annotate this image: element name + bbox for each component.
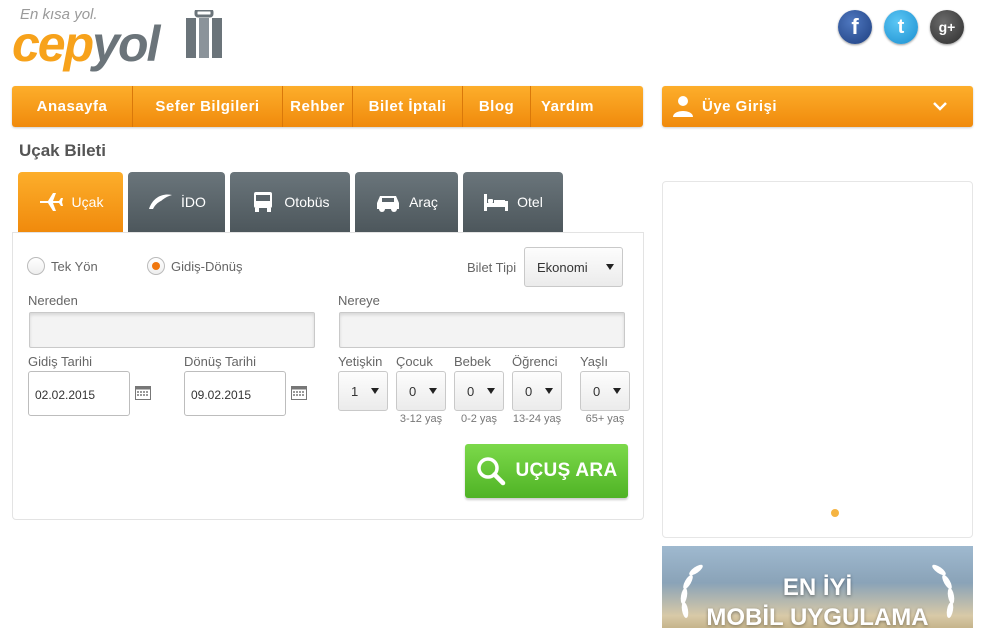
calendar-icon[interactable] (135, 386, 151, 400)
nav-item-anasayfa[interactable]: Anasayfa (12, 86, 133, 127)
tab-ido[interactable]: İDO (128, 172, 225, 232)
googleplus-icon[interactable]: g+ (930, 10, 964, 44)
promo-line-2: MOBİL UYGULAMA (706, 604, 929, 628)
tab-arac[interactable]: Araç (355, 172, 458, 232)
infant-label: Bebek (454, 354, 491, 369)
nav-item-sefer-bilgileri[interactable]: Sefer Bilgileri (133, 86, 283, 127)
calendar-icon[interactable] (291, 386, 307, 400)
member-login-bar[interactable]: Üye Girişi (662, 86, 973, 127)
radio-one-way[interactable] (27, 257, 45, 275)
slider-dot[interactable] (831, 509, 839, 517)
nav-item-bilet-iptali[interactable]: Bilet İptali (353, 86, 463, 127)
adult-label: Yetişkin (338, 354, 383, 369)
plane-icon (39, 193, 63, 211)
bed-icon (484, 194, 509, 211)
senior-count-value: 0 (593, 383, 601, 399)
to-label: Nereye (338, 293, 380, 308)
member-login-label: Üye Girişi (702, 98, 778, 115)
child-age-hint: 3-12 yaş (399, 413, 443, 425)
child-label: Çocuk (396, 354, 433, 369)
infant-count-select[interactable]: 0 (454, 371, 504, 411)
return-date-input[interactable]: 09.02.2015 (184, 371, 286, 416)
promo-line-1: EN İYİ (782, 574, 853, 601)
ticket-type-label: Bilet Tipi (467, 260, 517, 275)
dropdown-arrow-icon (606, 264, 614, 270)
tab-label: Otel (517, 194, 543, 210)
ad-slider (662, 181, 973, 538)
nav-item-yardim[interactable]: Yardım (531, 86, 601, 127)
adult-count-select[interactable]: 1 (338, 371, 388, 411)
tab-ucak[interactable]: Uçak (18, 172, 123, 232)
depart-date-input[interactable]: 02.02.2015 (28, 371, 130, 416)
from-input[interactable] (29, 312, 315, 348)
student-label: Öğrenci (512, 354, 558, 369)
radio-one-way-label: Tek Yön (51, 259, 98, 274)
flight-search-button[interactable]: UÇUŞ ARA (465, 444, 628, 498)
nav-item-blog[interactable]: Blog (463, 86, 531, 127)
chevron-down-icon[interactable] (933, 99, 947, 113)
dropdown-arrow-icon (371, 388, 379, 394)
student-count-value: 0 (525, 383, 533, 399)
main-nav: Anasayfa Sefer Bilgileri Rehber Bilet İp… (12, 86, 643, 127)
senior-label: Yaşlı (580, 354, 608, 369)
child-count-select[interactable]: 0 (396, 371, 446, 411)
dropdown-arrow-icon (545, 388, 553, 394)
mobile-app-banner[interactable]: EN İYİ MOBİL UYGULAMA (662, 546, 973, 628)
cepyol-logo[interactable]: En kısa yol. cepyol (12, 6, 227, 72)
senior-age-hint: 65+ yaş (585, 413, 625, 425)
bus-icon (254, 192, 273, 212)
suitcase-icon (186, 10, 222, 58)
car-icon (377, 196, 400, 212)
ticket-type-value: Ekonomi (537, 259, 588, 275)
return-date-label: Dönüş Tarihi (184, 354, 257, 369)
depart-date-label: Gidiş Tarihi (28, 354, 93, 369)
search-icon (476, 457, 505, 486)
radio-round-trip[interactable] (147, 257, 165, 275)
nav-item-rehber[interactable]: Rehber (283, 86, 353, 127)
tab-otel[interactable]: Otel (463, 172, 563, 232)
user-icon (673, 96, 693, 117)
tab-label: Otobüs (284, 194, 330, 210)
child-count-value: 0 (409, 383, 417, 399)
tab-otobus[interactable]: Otobüs (230, 172, 350, 232)
tab-label: Uçak (71, 194, 104, 210)
from-label: Nereden (28, 293, 78, 308)
logo-wordmark: cepyol (12, 16, 160, 72)
infant-age-hint: 0-2 yaş (460, 413, 498, 425)
dropdown-arrow-icon (487, 388, 495, 394)
senior-count-select[interactable]: 0 (580, 371, 630, 411)
adult-count-value: 1 (351, 383, 359, 399)
dropdown-arrow-icon (429, 388, 437, 394)
tab-label: Araç (409, 194, 438, 210)
page-title: Uçak Bileti (19, 141, 106, 160)
student-age-hint: 13-24 yaş (512, 413, 562, 425)
dropdown-arrow-icon (613, 388, 621, 394)
twitter-icon[interactable]: t (884, 10, 918, 44)
tab-label: İDO (181, 194, 206, 210)
ferry-icon (149, 194, 173, 209)
ticket-type-select[interactable]: Ekonomi (524, 247, 623, 287)
to-input[interactable] (339, 312, 625, 348)
radio-round-trip-label: Gidiş-Dönüş (171, 259, 243, 274)
student-count-select[interactable]: 0 (512, 371, 562, 411)
flight-search-label: UÇUŞ ARA (515, 460, 618, 481)
infant-count-value: 0 (467, 383, 475, 399)
facebook-icon[interactable]: f (838, 10, 872, 44)
